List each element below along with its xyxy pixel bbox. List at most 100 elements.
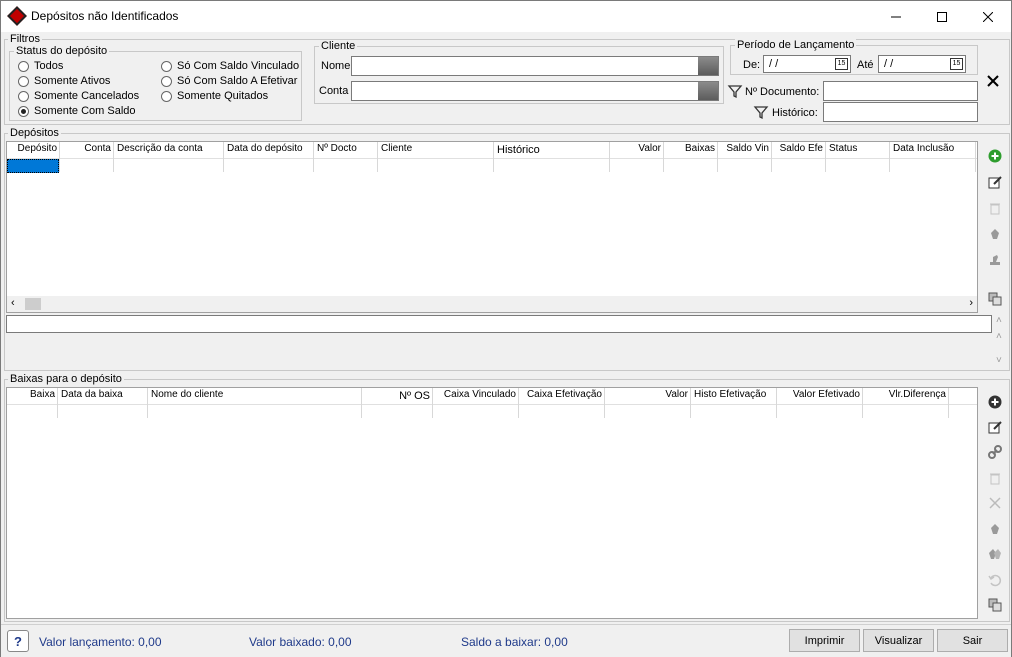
- column-header[interactable]: Status: [826, 143, 890, 154]
- minimize-icon: [891, 16, 901, 17]
- deposito-detail-field[interactable]: [6, 315, 992, 333]
- radio-somente-quitados[interactable]: Somente Quitados: [161, 90, 268, 102]
- column-header[interactable]: Vlr.Diferença: [863, 389, 949, 400]
- date-from-input[interactable]: / / 15: [763, 55, 851, 73]
- copy-deposito-button[interactable]: [987, 291, 1003, 307]
- link-baixa-button[interactable]: [987, 444, 1003, 460]
- delete-baixa-button[interactable]: [987, 470, 1003, 486]
- radio-label: Todos: [34, 60, 64, 72]
- copy-icon: [988, 292, 1002, 306]
- column-header[interactable]: Histórico: [494, 144, 610, 156]
- column-header[interactable]: Depósito: [7, 143, 60, 154]
- radio-todos[interactable]: Todos: [18, 60, 63, 72]
- app-icon: [7, 6, 27, 26]
- depositos-grid[interactable]: Depósito Conta Descrição da conta Data d…: [6, 141, 978, 313]
- link-icon: [988, 445, 1002, 459]
- column-header[interactable]: Data Inclusão: [890, 143, 976, 154]
- conta-combo[interactable]: [351, 81, 719, 101]
- approve-deposito-button[interactable]: [987, 252, 1003, 268]
- stamp-icon: [990, 255, 1000, 265]
- nome-dropdown-button[interactable]: [698, 57, 718, 75]
- column-header[interactable]: Valor: [610, 143, 664, 154]
- date-to-value: / /: [884, 58, 894, 70]
- edit-deposito-button[interactable]: [987, 174, 1003, 190]
- radio-label: Somente Quitados: [177, 90, 269, 102]
- edit-baixa-button[interactable]: [987, 419, 1003, 435]
- column-header[interactable]: Caixa Efetivação: [519, 389, 605, 400]
- radio-so-saldo-vinculado[interactable]: Só Com Saldo Vinculado: [161, 60, 299, 72]
- clear-filters-button[interactable]: [985, 73, 1001, 89]
- help-button[interactable]: ?: [7, 630, 29, 652]
- column-header[interactable]: Baixa: [7, 389, 58, 400]
- column-header[interactable]: Saldo Efe: [772, 143, 826, 154]
- column-header[interactable]: Nº Docto: [314, 143, 378, 154]
- date-to-input[interactable]: / / 15: [878, 55, 966, 73]
- delete-deposito-button[interactable]: [987, 200, 1003, 216]
- add-deposito-button[interactable]: [987, 148, 1003, 164]
- x-icon: [989, 497, 1001, 509]
- radio-so-saldo-efetivar[interactable]: Só Com Saldo A Efetivar: [161, 75, 297, 87]
- column-header[interactable]: Cliente: [378, 143, 494, 154]
- radio-indicator: [161, 60, 172, 72]
- column-header[interactable]: Baixas: [664, 143, 718, 154]
- radio-indicator: [18, 90, 29, 102]
- nome-combo[interactable]: [351, 56, 719, 76]
- nome-label: Nome: [321, 60, 351, 72]
- hand-icon: [991, 524, 999, 534]
- radio-somente-ativos[interactable]: Somente Ativos: [18, 75, 110, 87]
- maximize-button[interactable]: [919, 1, 965, 32]
- cancel-deposito-button[interactable]: [987, 226, 1003, 242]
- column-header[interactable]: Descrição da conta: [114, 143, 224, 154]
- title-bar: Depósitos não Identificados: [1, 1, 1011, 32]
- radio-somente-com-saldo[interactable]: Somente Com Saldo: [18, 105, 136, 117]
- column-header[interactable]: Histo Efetivação: [691, 389, 777, 400]
- edit-icon: [988, 421, 1002, 434]
- scroll-left-icon[interactable]: ‹: [11, 297, 15, 309]
- baixas-legend: Baixas para o depósito: [8, 373, 124, 385]
- sair-button[interactable]: Sair: [937, 629, 1008, 652]
- de-label: De:: [743, 59, 761, 71]
- imprimir-button[interactable]: Imprimir: [789, 629, 860, 652]
- scroll-down-icon[interactable]: ˅: [996, 355, 1002, 366]
- historico-input[interactable]: [823, 102, 978, 122]
- close-button[interactable]: [965, 1, 1011, 32]
- column-header[interactable]: Valor: [605, 389, 691, 400]
- maximize-icon: [937, 11, 947, 22]
- scroll-right-icon[interactable]: ›: [969, 297, 973, 309]
- main-window: Depósitos não Identificados Filtros Stat…: [0, 0, 1012, 657]
- approve-all-baixa-button[interactable]: [987, 546, 1003, 562]
- radio-label: Somente Com Saldo: [34, 105, 136, 117]
- calendar-icon[interactable]: 15: [950, 58, 963, 70]
- cliente-legend: Cliente: [319, 40, 358, 52]
- depositos-hscrollbar[interactable]: ‹ ›: [7, 296, 977, 312]
- column-header[interactable]: Saldo Vin: [718, 143, 772, 154]
- scroll-up-icon[interactable]: ˄: [996, 315, 1002, 326]
- scroll-thumb[interactable]: [25, 298, 41, 310]
- copy-baixa-button[interactable]: [987, 597, 1003, 613]
- approve-baixa-button[interactable]: [987, 521, 1003, 537]
- column-header[interactable]: Nº OS: [362, 390, 433, 402]
- column-header[interactable]: Nome do cliente: [148, 389, 362, 400]
- radio-somente-cancelados[interactable]: Somente Cancelados: [18, 90, 139, 102]
- column-header[interactable]: Conta: [60, 143, 114, 154]
- documento-input[interactable]: [823, 81, 978, 101]
- scroll-up-icon[interactable]: ˄: [996, 331, 1002, 342]
- valor-baixado-text: Valor baixado: 0,00: [249, 635, 352, 649]
- historico-label: Histórico:: [772, 107, 818, 119]
- filter-icon: [753, 104, 769, 120]
- column-header[interactable]: Caixa Vinculado: [433, 389, 519, 400]
- column-header[interactable]: Valor Efetivado: [777, 389, 863, 400]
- detail-vscrollbar[interactable]: ˄ ˄ ˅: [993, 315, 1008, 369]
- ate-label: Até: [857, 59, 874, 71]
- hand-icon: [991, 229, 999, 239]
- minimize-button[interactable]: [873, 1, 919, 32]
- column-header[interactable]: Data do depósito: [224, 143, 314, 154]
- cancel-baixa-button[interactable]: [987, 495, 1003, 511]
- calendar-icon[interactable]: 15: [835, 58, 848, 70]
- visualizar-button[interactable]: Visualizar: [863, 629, 934, 652]
- undo-baixa-button[interactable]: [987, 572, 1003, 588]
- column-header[interactable]: Data da baixa: [58, 389, 148, 400]
- add-baixa-button[interactable]: [987, 394, 1003, 410]
- conta-dropdown-button[interactable]: [698, 82, 718, 100]
- baixas-grid[interactable]: Baixa Data da baixa Nome do cliente Nº O…: [6, 387, 978, 619]
